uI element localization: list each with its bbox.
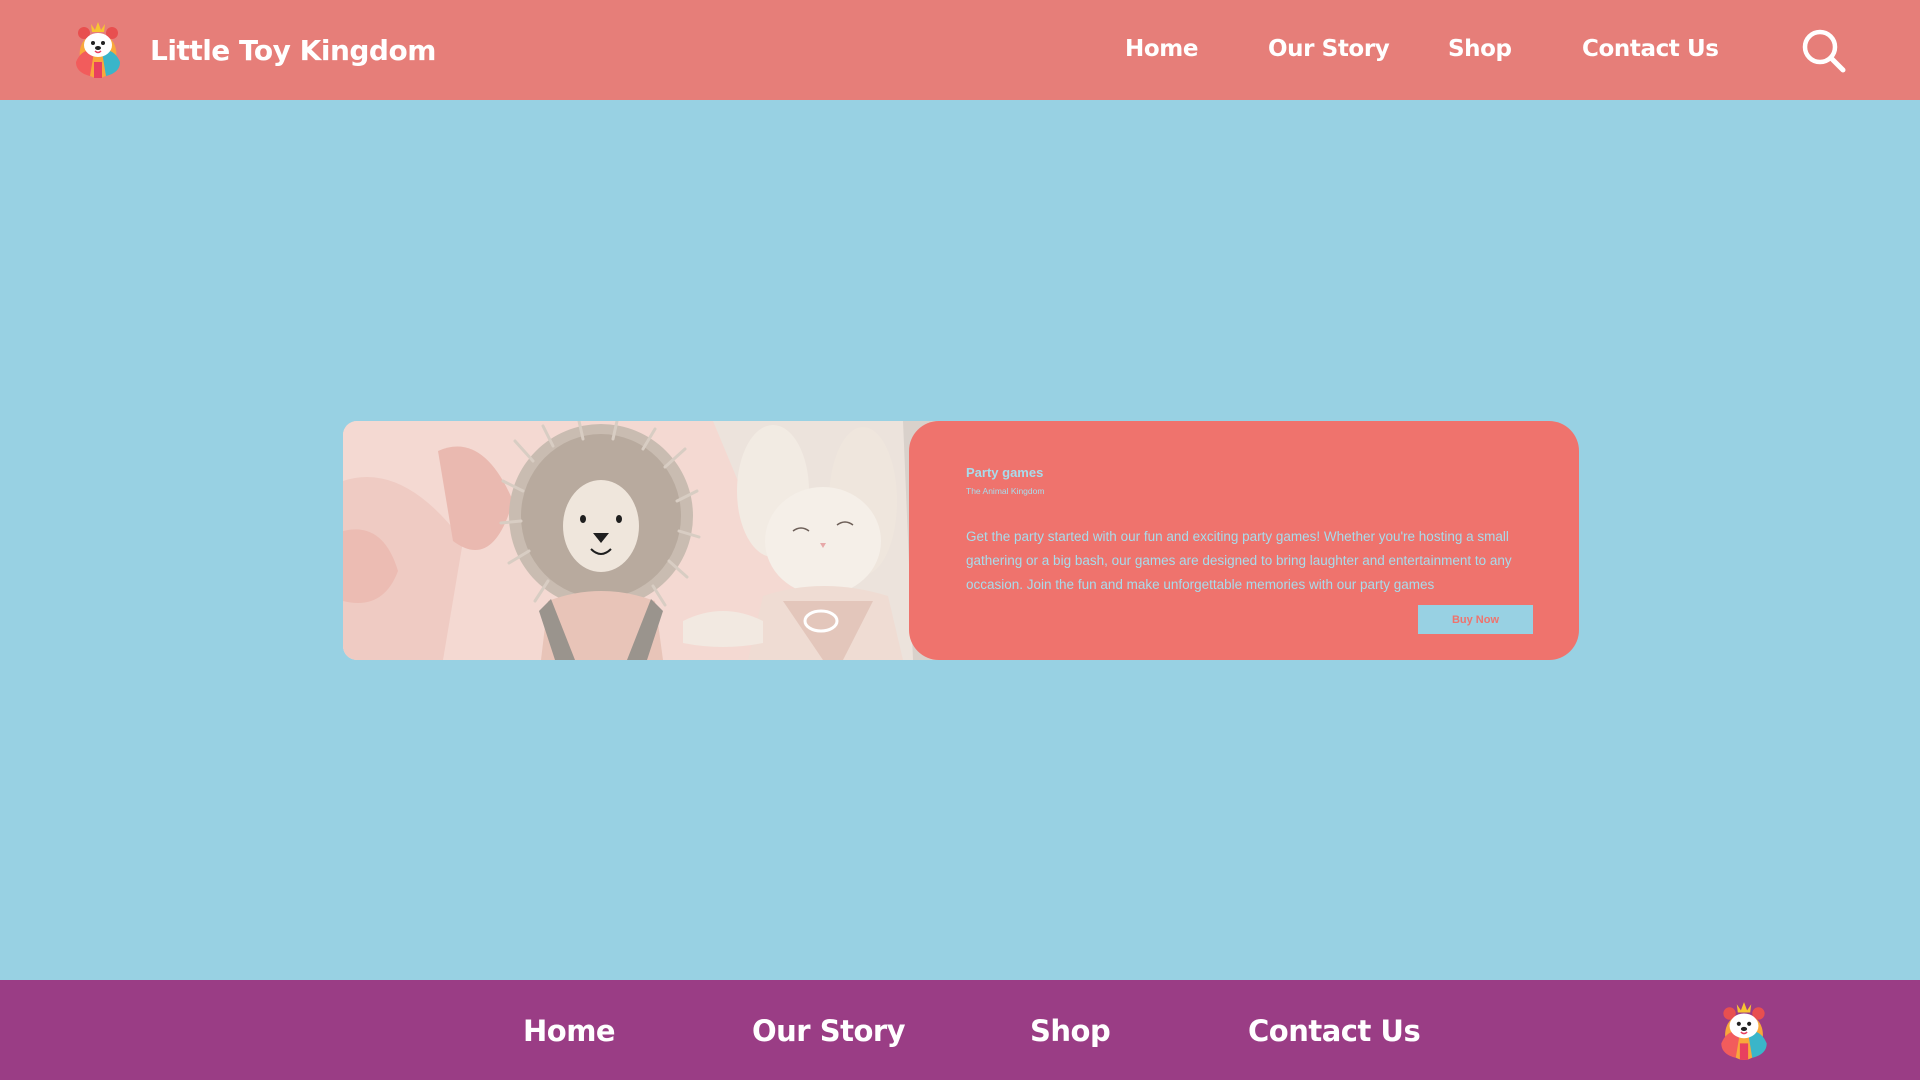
plush-toys-illustration bbox=[343, 421, 943, 660]
product-info-panel: Party games The Animal Kingdom Get the p… bbox=[909, 421, 1579, 660]
nav-home[interactable]: Home bbox=[1125, 36, 1198, 62]
footer-nav-shop[interactable]: Shop bbox=[1030, 1014, 1111, 1048]
product-title: Party games bbox=[966, 465, 1044, 480]
search-icon[interactable] bbox=[1800, 27, 1848, 75]
footer-nav-our-story[interactable]: Our Story bbox=[752, 1014, 906, 1048]
product-description: Get the party started with our fun and e… bbox=[966, 529, 1512, 592]
site-header: Little Toy Kingdom Home Our Story Shop C… bbox=[0, 0, 1920, 100]
footer-nav-contact-us[interactable]: Contact Us bbox=[1248, 1014, 1421, 1048]
product-image bbox=[343, 421, 943, 660]
site-footer: Home Our Story Shop Contact Us bbox=[0, 980, 1920, 1080]
product-subtitle: The Animal Kingdom bbox=[966, 486, 1045, 496]
footer-nav-home[interactable]: Home bbox=[523, 1014, 616, 1048]
nav-contact-us[interactable]: Contact Us bbox=[1582, 36, 1719, 62]
nav-shop[interactable]: Shop bbox=[1448, 36, 1512, 62]
bear-mascot-logo-icon[interactable] bbox=[1711, 998, 1777, 1064]
bear-mascot-logo-icon[interactable] bbox=[66, 18, 130, 82]
product-card: Party games The Animal Kingdom Get the p… bbox=[343, 421, 1579, 660]
brand[interactable]: Little Toy Kingdom bbox=[66, 18, 436, 82]
buy-now-button[interactable]: Buy Now bbox=[1418, 605, 1533, 634]
brand-name[interactable]: Little Toy Kingdom bbox=[150, 34, 436, 67]
nav-our-story[interactable]: Our Story bbox=[1268, 36, 1390, 62]
